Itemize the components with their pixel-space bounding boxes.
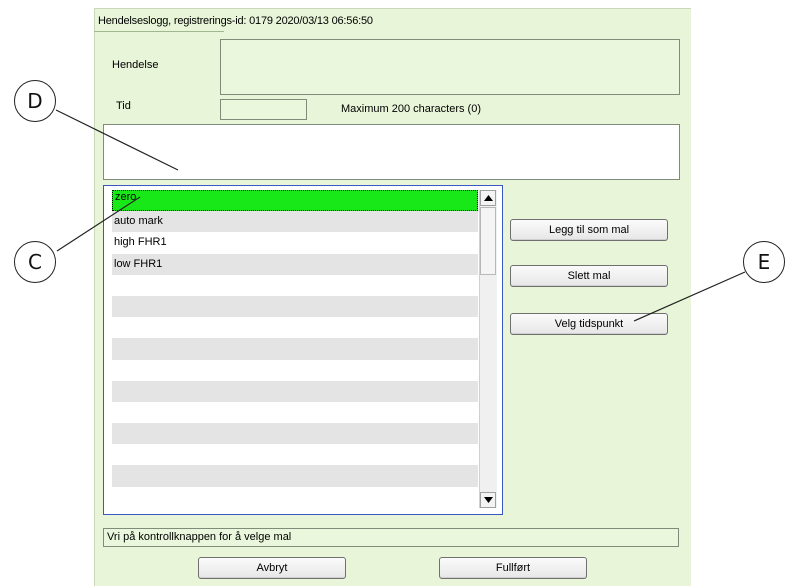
callout-leader-lines	[55, 109, 746, 322]
callout-d-line	[55, 109, 179, 171]
callout-e-line	[633, 271, 746, 322]
callout-c-line	[56, 196, 141, 252]
callout-c: C	[14, 241, 56, 283]
callout-d: D	[14, 80, 56, 122]
callout-e: E	[743, 241, 785, 283]
